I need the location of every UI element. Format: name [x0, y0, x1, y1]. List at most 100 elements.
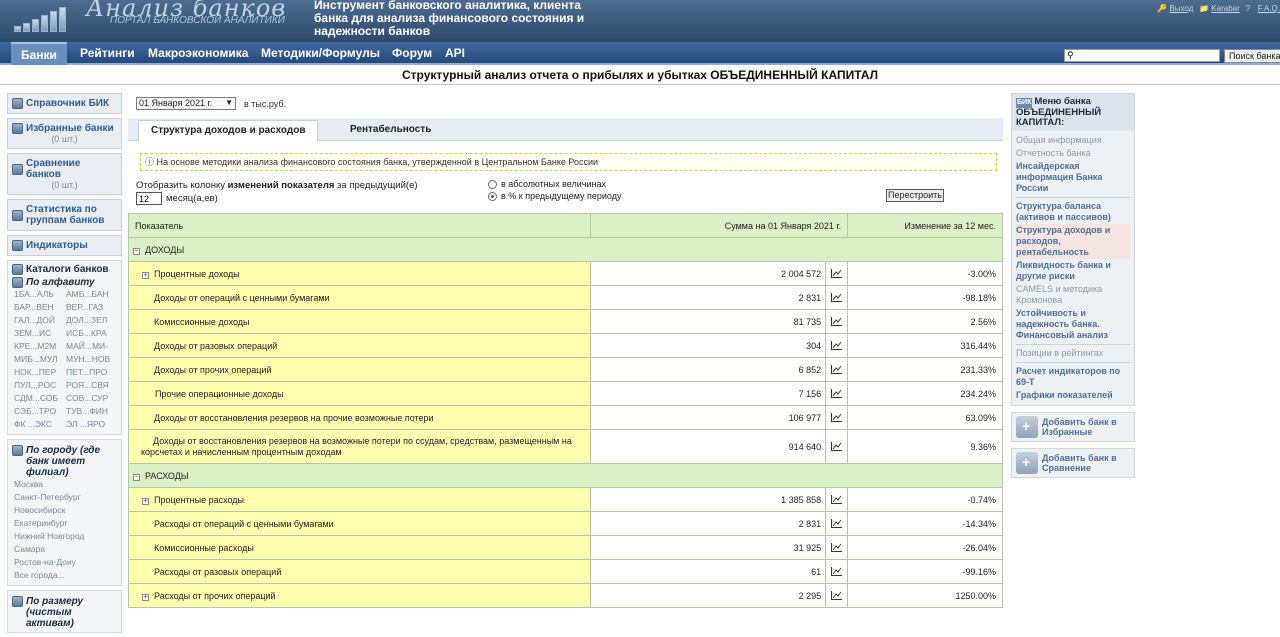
group-title[interactable]: − РАСХОДЫ — [128, 463, 1003, 488]
sidebar-box-1[interactable]: Избранные банки (0 шт.) — [7, 118, 122, 149]
add-to-favorites-button[interactable]: Добавить банк в Избранные — [1011, 412, 1135, 442]
search-input[interactable]: ⚲ — [1064, 49, 1220, 62]
alpha-link[interactable]: АМБ...БАН — [66, 288, 118, 301]
bank-menu-item-0[interactable]: Общая информация — [1016, 134, 1130, 147]
sidebar-box-0[interactable]: Справочник БИК — [7, 93, 122, 114]
tab-profitability[interactable]: Рентабельность — [338, 120, 443, 141]
tab-structure[interactable]: Структура доходов и расходов — [138, 120, 319, 142]
chart-icon[interactable] — [831, 495, 843, 504]
nav-item-0[interactable]: Банки — [11, 42, 67, 65]
row-chart[interactable] — [825, 511, 849, 536]
alpha-link[interactable]: ПУЛ...РОС — [14, 379, 66, 392]
alpha-link[interactable]: ВЕР...ГАЗ — [66, 301, 118, 314]
alpha-link[interactable]: ИСБ...КРА — [66, 327, 118, 340]
expand-icon[interactable]: + — [142, 497, 149, 505]
alpha-link[interactable]: СДМ...СОБ — [14, 392, 66, 405]
bank-menu-item-6[interactable]: Ликвидность банка и другие риски — [1016, 259, 1130, 283]
chart-icon[interactable] — [831, 365, 843, 374]
bank-menu-item-12[interactable]: Расчет индикаторов по 69-Т — [1016, 365, 1130, 389]
chart-icon[interactable] — [831, 519, 843, 528]
alpha-link[interactable]: ЭЛ ...ЯРО — [66, 418, 118, 431]
sidebar-box-2[interactable]: Сравнение банков (0 шт.) — [7, 153, 122, 195]
bank-menu-item-5[interactable]: Структура доходов и расходов, рентабельн… — [1016, 224, 1130, 259]
nav-item-5[interactable]: API — [445, 42, 465, 65]
alpha-link[interactable]: СОВ...СУР — [66, 392, 118, 405]
chart-icon[interactable] — [831, 591, 843, 600]
alpha-link[interactable]: БАР...ВЕН — [14, 301, 66, 314]
alpha-link[interactable]: ПЕТ...ПРО — [66, 366, 118, 379]
radio-absolute[interactable]: в абсолютных величинах — [488, 179, 606, 189]
chart-icon[interactable] — [831, 341, 843, 350]
city-link[interactable]: Новосибирск — [14, 504, 117, 517]
city-link[interactable]: Екатеринбург — [14, 517, 117, 530]
group-title[interactable]: − ДОХОДЫ — [128, 237, 1003, 262]
site-logo[interactable]: Анализ банков ПОРТАЛ БАНКОВСКОЙ АНАЛИТИК… — [0, 0, 300, 42]
alpha-link[interactable]: ФК ...ЭКС — [14, 418, 66, 431]
city-link[interactable]: Санкт-Петербург — [14, 491, 117, 504]
alpha-link[interactable]: РОЯ...СВЯ — [66, 379, 118, 392]
radio-absolute-control[interactable] — [488, 179, 497, 189]
expand-icon[interactable]: + — [142, 271, 149, 279]
alpha-link[interactable]: МАЙ...МИ- — [66, 340, 118, 353]
alpha-link[interactable]: ТУВ...ФИН — [66, 405, 118, 418]
bank-menu-item-13[interactable]: Графики показателей — [1016, 389, 1130, 402]
chart-icon[interactable] — [831, 317, 843, 326]
nav-item-4[interactable]: Форум — [392, 42, 432, 65]
chart-icon[interactable] — [831, 567, 843, 576]
bank-menu-item-4[interactable]: Структура баланса (активов и пассивов) — [1016, 200, 1130, 224]
alpha-link[interactable]: СЭБ...ТРО — [14, 405, 66, 418]
row-chart[interactable] — [825, 309, 849, 334]
row-chart[interactable] — [825, 559, 849, 584]
chart-icon[interactable] — [831, 269, 843, 278]
radio-percent[interactable]: в % к предыдущему периоду — [488, 191, 621, 201]
alpha-link[interactable]: ДОЛ...ЗЕЛ — [66, 314, 118, 327]
user-link-label[interactable]: F.A.Q. — [1258, 4, 1280, 13]
bank-menu-item-7[interactable]: CAMELS и методика Кромонова — [1016, 283, 1130, 307]
row-chart[interactable] — [825, 583, 849, 608]
user-link-label[interactable]: Выход — [1169, 4, 1193, 13]
bank-menu-item-2[interactable]: Инсайдерская информация Банка России — [1016, 160, 1130, 195]
alpha-link[interactable]: МИБ...МУЛ — [14, 353, 66, 366]
collapse-icon[interactable]: − — [133, 473, 140, 481]
bank-menu-item-1[interactable]: Отчетность банка — [1016, 147, 1130, 160]
row-chart[interactable] — [825, 487, 849, 512]
bank-menu-item-10[interactable]: Позиции в рейтингах — [1016, 347, 1130, 360]
row-chart[interactable] — [825, 357, 849, 382]
row-chart[interactable] — [825, 285, 849, 310]
row-chart[interactable] — [825, 429, 849, 464]
nav-item-3[interactable]: Методики/Формулы — [261, 42, 380, 65]
user-link[interactable]: 🔑 Выход — [1157, 4, 1193, 13]
chart-icon[interactable] — [831, 543, 843, 552]
sidebar-box-4[interactable]: Индикаторы — [7, 235, 122, 256]
row-chart[interactable] — [825, 535, 849, 560]
chart-icon[interactable] — [831, 442, 843, 451]
search-button[interactable]: Поиск банка — [1224, 49, 1280, 63]
row-chart[interactable] — [825, 333, 849, 358]
bank-menu-item-8[interactable]: Устойчивость и надежность банка. Финансо… — [1016, 307, 1130, 342]
chart-icon[interactable] — [831, 389, 843, 398]
nav-item-2[interactable]: Макроэкономика — [148, 42, 248, 65]
user-link[interactable]: ? F.A.Q. — [1246, 4, 1280, 13]
row-chart[interactable] — [825, 381, 849, 406]
chart-icon[interactable] — [831, 293, 843, 302]
expand-icon[interactable]: + — [142, 593, 149, 601]
nav-item-1[interactable]: Рейтинги — [80, 42, 135, 65]
alpha-link[interactable]: КРЕ...М2М — [14, 340, 66, 353]
city-link[interactable]: Самара — [14, 543, 117, 556]
collapse-icon[interactable]: − — [133, 247, 140, 255]
alpha-link[interactable]: МУН...НОВ — [66, 353, 118, 366]
alpha-link[interactable]: НОК...ПЕР — [14, 366, 66, 379]
alpha-link[interactable]: ЗЕМ...ИС — [14, 327, 66, 340]
row-chart[interactable] — [825, 261, 849, 286]
user-link-label[interactable]: Karabar — [1211, 4, 1239, 13]
chart-icon[interactable] — [831, 413, 843, 422]
alpha-link[interactable]: ГАЛ...ДОЙ — [14, 314, 66, 327]
city-link[interactable]: Нижний Новгород — [14, 530, 117, 543]
row-chart[interactable] — [825, 405, 849, 430]
city-link[interactable]: Москва — [14, 478, 117, 491]
user-link[interactable]: 📁 Karabar — [1199, 4, 1239, 13]
date-select[interactable]: 01 Января 2021 г. ▼ — [136, 97, 236, 110]
alpha-link[interactable]: 1БА...АЛЬ — [14, 288, 66, 301]
radio-percent-control[interactable] — [488, 191, 497, 201]
city-link[interactable]: Ростов-на-Дону — [14, 556, 117, 569]
